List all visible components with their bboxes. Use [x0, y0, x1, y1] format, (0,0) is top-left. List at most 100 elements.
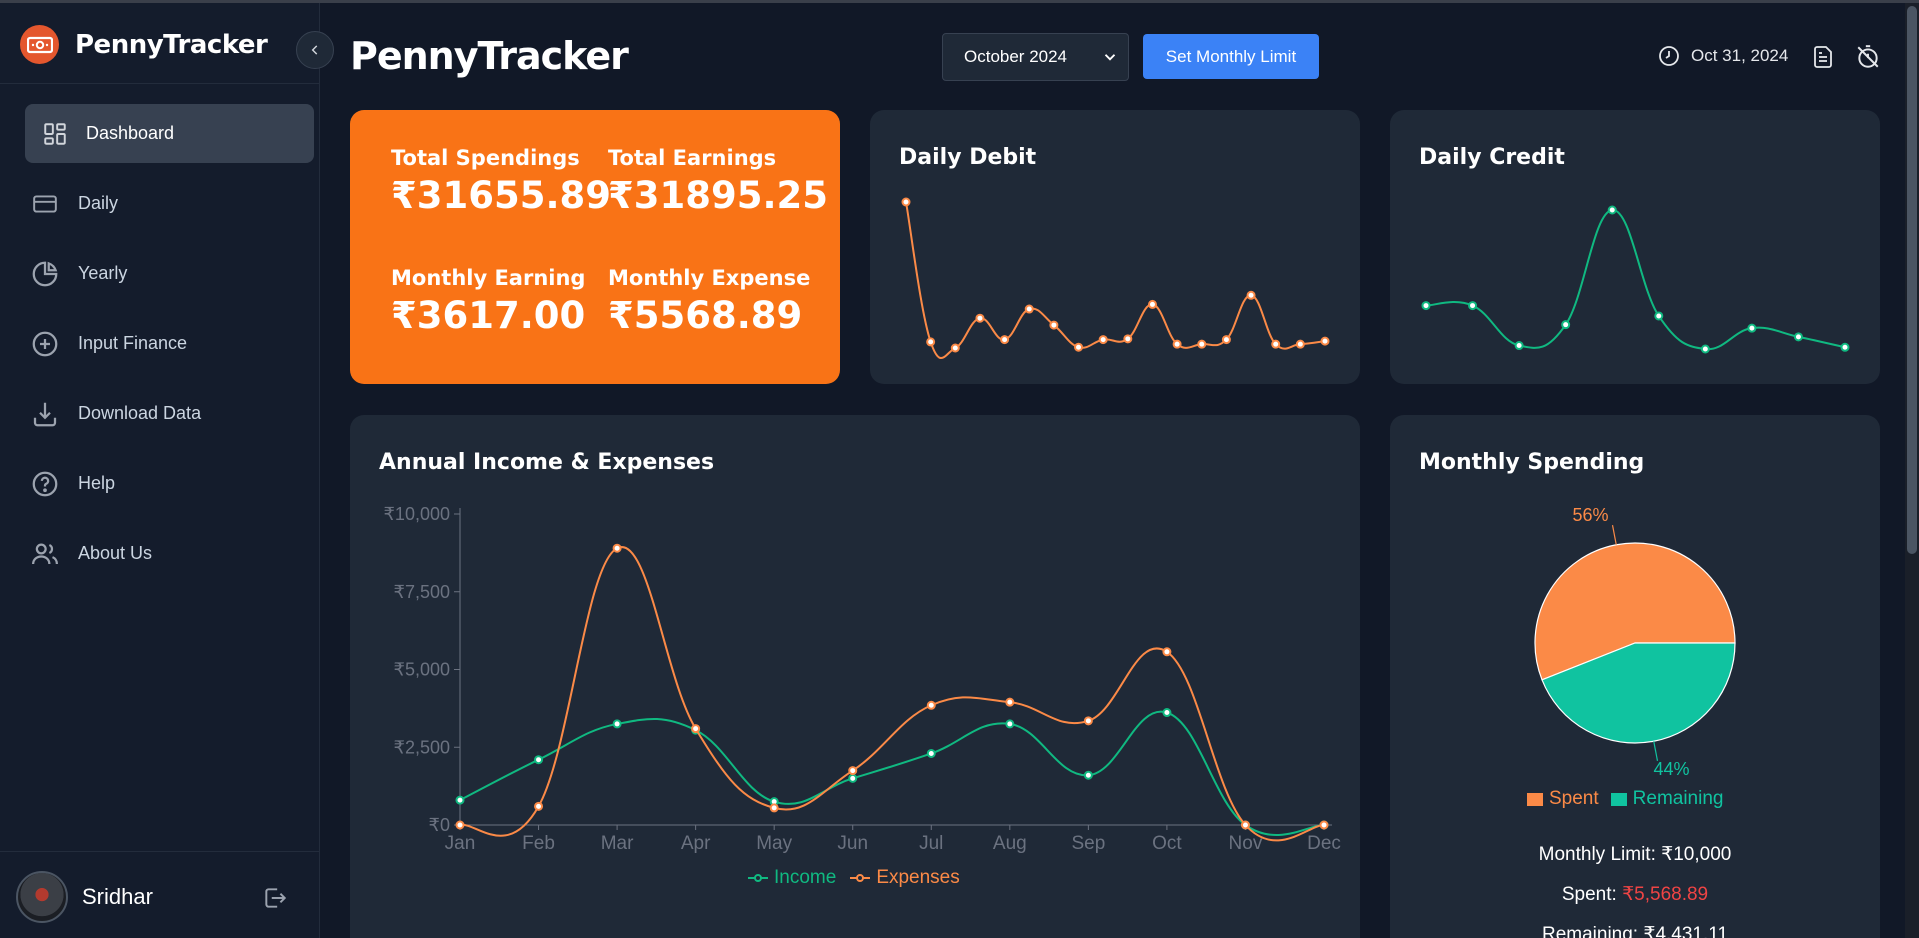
users-icon — [32, 543, 58, 564]
clock-icon — [1659, 46, 1679, 66]
monthly-earning: Monthly Earning ₹3617.00 — [391, 266, 585, 337]
sidebar: PennyTracker Dashboard Daily Yearly Inpu… — [0, 3, 320, 938]
data-point — [1123, 334, 1133, 344]
x-tick-label: Jan — [445, 833, 476, 854]
series-line-income — [459, 710, 1325, 836]
timer-off-icon[interactable] — [1855, 44, 1881, 75]
user-name: Sridhar — [82, 884, 153, 909]
pie-icon — [32, 261, 58, 286]
pie-label-leader — [1611, 525, 1617, 545]
stat-value: ₹3617.00 — [391, 294, 586, 337]
monthly-spending-pie: 56% 44% — [1534, 505, 1736, 775]
avatar — [16, 871, 68, 923]
sidebar-bottom-divider — [0, 851, 320, 852]
stat-label: Monthly Expense — [608, 266, 811, 290]
data-point — [1840, 342, 1850, 352]
data-point — [1319, 820, 1329, 830]
daily-debit-card: Daily Debit — [870, 110, 1360, 384]
legend-label: Expenses — [876, 867, 960, 888]
logout-icon[interactable] — [262, 885, 288, 916]
x-tick-label: Jun — [837, 833, 868, 854]
data-point — [612, 543, 622, 553]
x-tick-label: May — [756, 833, 792, 854]
data-point — [455, 820, 465, 830]
data-point — [769, 803, 779, 813]
chevron-left-icon — [311, 45, 318, 55]
data-point — [1246, 290, 1256, 300]
chevron-down-icon — [1104, 54, 1116, 61]
legend-expenses[interactable]: Expenses — [850, 867, 960, 889]
data-point — [534, 801, 544, 811]
brand-name: PennyTracker — [75, 29, 268, 60]
sidebar-item-label: Help — [78, 473, 116, 493]
data-point — [534, 755, 544, 765]
data-point — [1654, 311, 1664, 321]
y-tick-label: ₹10,000 — [383, 504, 450, 524]
annual-chart-card: Annual Income & Expenses ₹0 ₹2,500 ₹5,000 ₹… — [350, 415, 1360, 938]
data-point — [1098, 335, 1108, 345]
user-profile[interactable]: Sridhar — [16, 871, 153, 923]
sidebar-item-yearly[interactable]: Yearly — [25, 244, 314, 303]
series-line — [1425, 208, 1846, 351]
data-point — [1221, 335, 1231, 345]
annual-income-expenses-chart: ₹0 ₹2,500 ₹5,000 ₹7,500 ₹10,000 Jan Feb Mar Apr M… — [383, 504, 1340, 854]
line-marker-icon — [748, 874, 768, 882]
y-tick-label: ₹7,500 — [394, 582, 451, 602]
remaining-text: Remaining: ₹4,431.11 — [1541, 924, 1729, 938]
sidebar-item-about-us[interactable]: About Us — [25, 524, 314, 583]
x-tick-label: Jul — [919, 833, 943, 854]
legend-remaining[interactable]: Remaining — [1610, 788, 1724, 810]
line-marker-icon — [850, 874, 871, 882]
legend-label: Remaining — [1632, 788, 1724, 809]
sidebar-divider — [0, 83, 320, 84]
sidebar-item-input-finance[interactable]: Input Finance — [25, 314, 314, 373]
sidebar-item-label: Input Finance — [78, 333, 188, 353]
data-point — [1005, 719, 1015, 729]
set-monthly-limit-button[interactable]: Set Monthly Limit — [1143, 34, 1319, 79]
help-icon — [32, 471, 58, 496]
sidebar-item-label: About Us — [78, 543, 153, 563]
data-point — [1147, 299, 1157, 309]
legend-swatch — [1610, 792, 1627, 806]
pie-legend: Spent Remaining — [1527, 788, 1723, 810]
data-point — [1271, 339, 1281, 349]
document-icon[interactable] — [1811, 44, 1835, 75]
data-point — [1172, 339, 1182, 349]
data-point — [1295, 339, 1305, 349]
brand[interactable]: PennyTracker — [20, 25, 268, 64]
data-point — [1024, 304, 1034, 314]
daily-credit-chart — [1421, 205, 1850, 354]
page-title: PennyTracker — [350, 34, 629, 78]
legend-income[interactable]: Income — [748, 867, 836, 889]
data-point — [975, 313, 985, 323]
data-point — [926, 700, 936, 710]
sidebar-item-daily[interactable]: Daily — [25, 174, 314, 233]
collapse-sidebar-button[interactable] — [296, 31, 334, 69]
data-point — [1197, 339, 1207, 349]
sidebar-item-download-data[interactable]: Download Data — [25, 384, 314, 443]
sidebar-item-label: Download Data — [78, 403, 202, 423]
legend-spent[interactable]: Spent — [1527, 788, 1599, 810]
stats-card: Total Spendings ₹31655.89 Total Earnings… — [350, 110, 840, 384]
spent-label: Spent: — [1561, 884, 1623, 905]
month-select[interactable]: October 2024 — [942, 33, 1129, 81]
data-point — [1083, 770, 1093, 780]
spent-text: Spent: ₹5,568.89 — [1390, 883, 1880, 906]
scrollbar-thumb[interactable] — [1907, 6, 1917, 554]
stat-value: ₹31895.25 — [608, 174, 829, 217]
sidebar-item-label: Yearly — [78, 263, 128, 283]
y-tick-label: ₹5,000 — [394, 660, 451, 680]
data-point — [1049, 320, 1059, 330]
x-tick-label: Apr — [681, 833, 711, 854]
legend-label: Spent — [1549, 788, 1599, 809]
daily-debit-chart — [901, 197, 1330, 359]
stat-label: Total Spendings — [391, 146, 580, 170]
sidebar-item-dashboard[interactable]: Dashboard — [25, 104, 314, 163]
x-tick-label: Oct — [1152, 833, 1182, 854]
data-point — [1514, 341, 1524, 351]
date-text: Oct 31, 2024 — [1691, 46, 1789, 65]
data-point — [1005, 697, 1015, 707]
y-tick-label: ₹0 — [429, 815, 450, 835]
sidebar-item-help[interactable]: Help — [25, 454, 314, 513]
data-point — [926, 337, 936, 347]
